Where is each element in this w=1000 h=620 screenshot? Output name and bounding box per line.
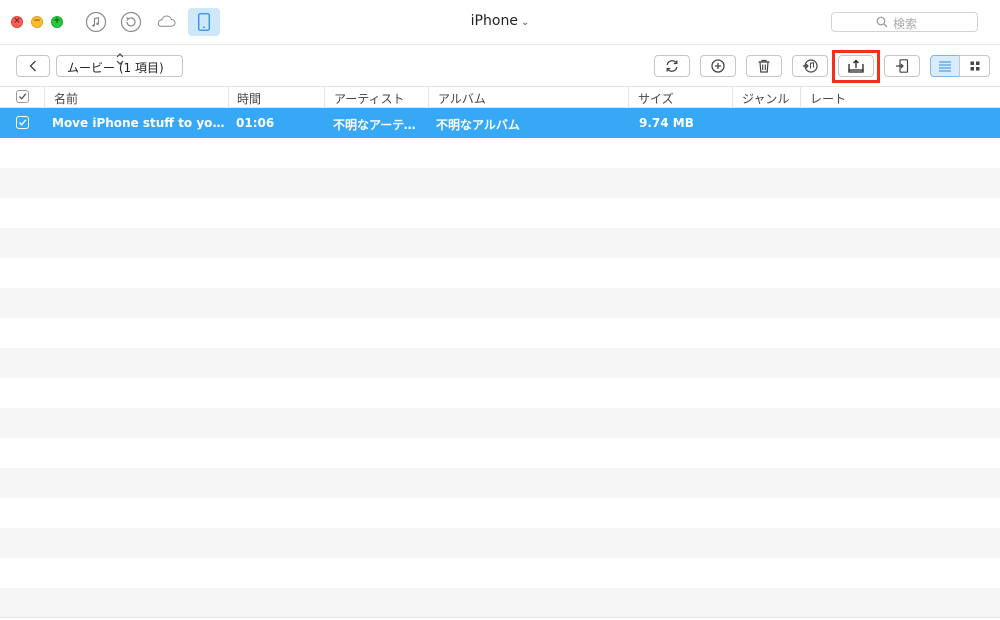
- empty-row: [0, 378, 1000, 408]
- empty-row: [0, 528, 1000, 558]
- empty-row: [0, 498, 1000, 528]
- search-placeholder: 検索: [893, 17, 918, 31]
- row-checkbox[interactable]: [16, 116, 29, 129]
- cloud-icon[interactable]: [155, 11, 177, 33]
- chevron-down-icon: ⌄: [520, 17, 530, 28]
- close-window-button[interactable]: ×: [11, 16, 23, 28]
- cell-artist: 不明なアーティ…: [333, 118, 425, 132]
- empty-row: [0, 438, 1000, 468]
- select-all-checkbox[interactable]: [16, 90, 29, 103]
- empty-row: [0, 168, 1000, 198]
- phone-icon: [198, 13, 210, 31]
- column-divider: [732, 87, 733, 107]
- list-view-button[interactable]: [930, 55, 960, 77]
- refresh-button[interactable]: [654, 55, 690, 77]
- device-transfer-icon: [896, 59, 909, 73]
- table-row[interactable]: Move iPhone stuff to your pho… 01:06 不明な…: [0, 108, 1000, 138]
- send-to-itunes-button[interactable]: [792, 55, 828, 77]
- maximize-window-button[interactable]: +: [51, 16, 63, 28]
- search-field[interactable]: 検索: [831, 12, 978, 32]
- column-header-time[interactable]: 時間: [237, 90, 261, 107]
- music-icon[interactable]: [85, 11, 107, 33]
- cell-time: 01:06: [236, 116, 275, 130]
- window-bottom-border: [0, 617, 1000, 618]
- trash-icon: [758, 59, 770, 73]
- empty-row: [0, 558, 1000, 588]
- column-header-name[interactable]: 名前: [54, 90, 78, 107]
- column-header-rate[interactable]: レート: [810, 90, 846, 107]
- grid-view-button[interactable]: [959, 55, 990, 77]
- column-divider: [628, 87, 629, 107]
- column-divider: [228, 87, 229, 107]
- empty-row: [0, 348, 1000, 378]
- send-to-device-button[interactable]: [884, 55, 920, 77]
- empty-row: [0, 228, 1000, 258]
- add-button[interactable]: [700, 55, 736, 77]
- column-divider: [44, 87, 45, 107]
- column-header-genre[interactable]: ジャンル: [742, 90, 789, 107]
- add-icon: [711, 59, 725, 73]
- updown-chevron-icon: [116, 53, 123, 65]
- column-header-album[interactable]: アルバム: [438, 90, 486, 107]
- history-icon[interactable]: [120, 11, 142, 33]
- search-icon: [876, 16, 888, 28]
- category-select[interactable]: ムービー (1 項目): [56, 53, 183, 77]
- empty-row: [0, 588, 1000, 618]
- column-divider: [324, 87, 325, 107]
- check-icon: [19, 119, 27, 126]
- empty-row: [0, 318, 1000, 348]
- check-icon: [19, 93, 27, 100]
- table-header: 名前 時間 アーティスト アルバム サイズ ジャンル レート: [0, 86, 1000, 108]
- column-divider: [800, 87, 801, 107]
- device-selector[interactable]: iPhone ⌄: [430, 13, 570, 29]
- cell-album: 不明なアルバム: [436, 118, 520, 132]
- list-view-icon: [939, 61, 951, 72]
- chevron-left-icon: [29, 60, 36, 72]
- column-divider: [428, 87, 429, 107]
- empty-row: [0, 468, 1000, 498]
- empty-row: [0, 138, 1000, 168]
- itunes-transfer-icon: [803, 59, 818, 73]
- empty-row: [0, 258, 1000, 288]
- empty-row: [0, 408, 1000, 438]
- grid-view-icon: [970, 61, 979, 71]
- empty-row: [0, 198, 1000, 228]
- minimize-window-button[interactable]: −: [31, 16, 43, 28]
- device-name: iPhone: [470, 13, 518, 29]
- device-tab[interactable]: [188, 8, 220, 36]
- cell-name: Move iPhone stuff to your pho…: [52, 116, 228, 130]
- back-button[interactable]: [16, 55, 50, 77]
- column-header-artist[interactable]: アーティスト: [334, 90, 405, 107]
- highlight-box: [832, 50, 880, 83]
- cell-size: 9.74 MB: [639, 116, 694, 130]
- title-bar: × − + iPhone ⌄ 検索: [0, 0, 1000, 45]
- empty-row: [0, 288, 1000, 318]
- delete-button[interactable]: [746, 55, 782, 77]
- column-header-size[interactable]: サイズ: [638, 90, 674, 107]
- refresh-icon: [666, 60, 678, 72]
